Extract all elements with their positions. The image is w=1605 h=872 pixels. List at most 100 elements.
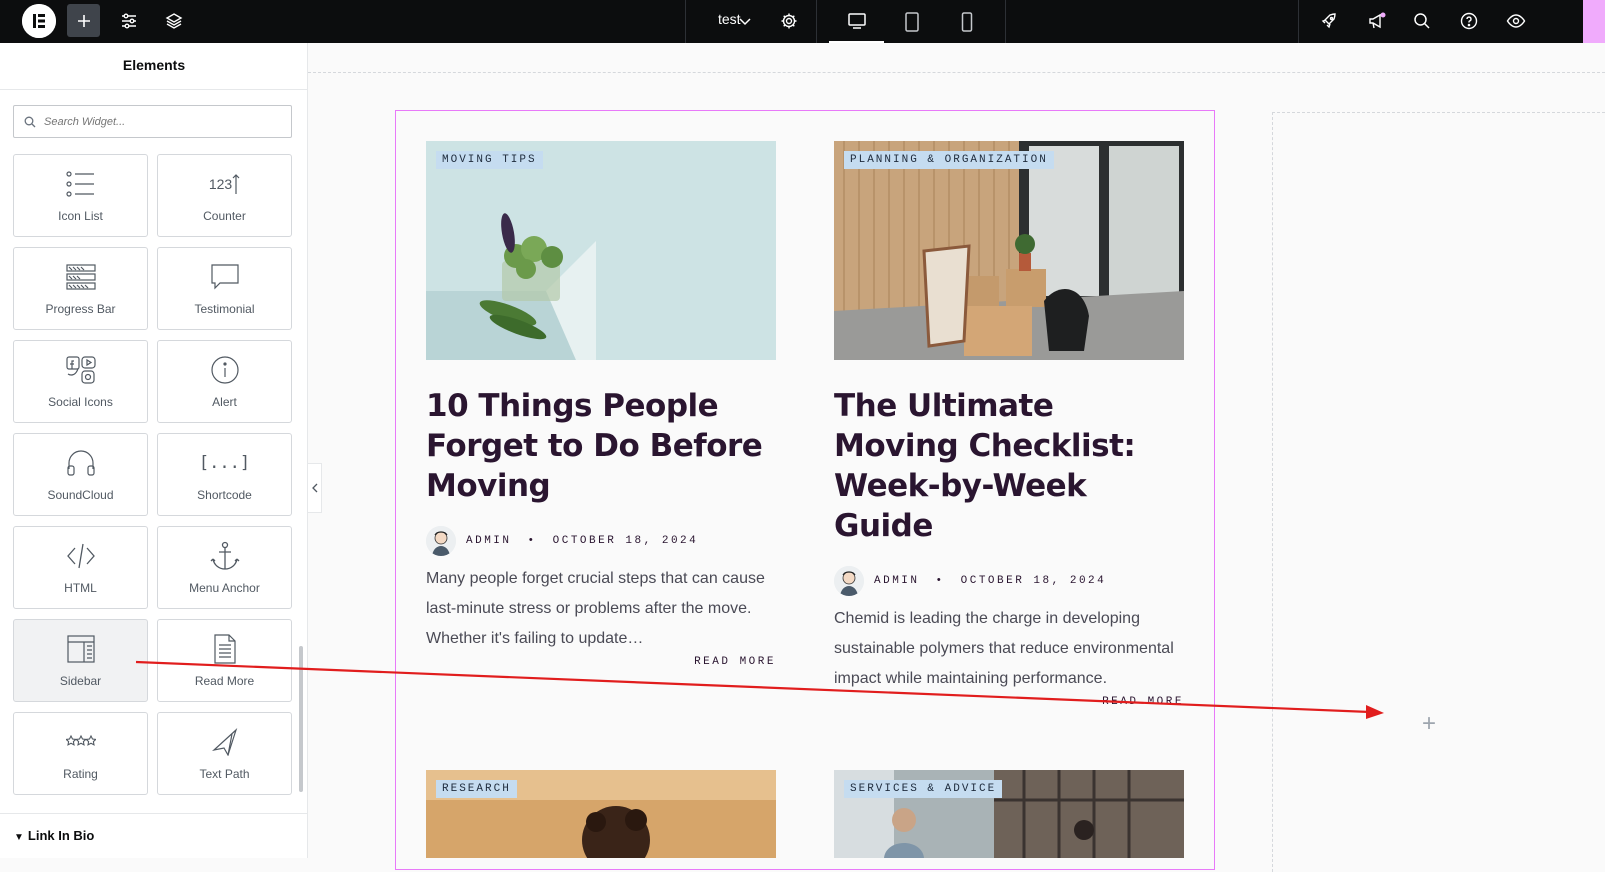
empty-column-drop-area[interactable] (1272, 112, 1605, 872)
widget-text-path[interactable]: Text Path (157, 712, 292, 795)
post-image[interactable]: SERVICES & ADVICE (834, 770, 1184, 858)
divider (1298, 0, 1299, 43)
search-icon (24, 116, 36, 127)
widget-counter[interactable]: 123 Counter (157, 154, 292, 237)
post-image[interactable]: PLANNING & ORGANIZATION (834, 141, 1184, 360)
search-icon[interactable] (1405, 4, 1438, 37)
divider (1005, 0, 1006, 43)
collapse-panel-button[interactable] (308, 463, 322, 513)
caret-down-icon: ▼ (14, 832, 24, 843)
read-more-link[interactable]: READ MORE (426, 656, 776, 668)
megaphone-icon[interactable] (1360, 4, 1393, 37)
post-meta: ADMIN • OCTOBER 18, 2024 (426, 526, 776, 556)
rating-icon (65, 727, 96, 757)
meta-separator: • (935, 575, 945, 587)
text-path-icon (210, 727, 240, 757)
help-icon[interactable] (1452, 4, 1485, 37)
eye-icon[interactable] (1499, 4, 1532, 37)
widget-read-more[interactable]: Read More (157, 619, 292, 702)
post-author[interactable]: ADMIN (466, 535, 512, 547)
author-avatar (834, 566, 864, 596)
read-more-link[interactable]: READ MORE (834, 696, 1184, 708)
widget-soundcloud[interactable]: SoundCloud (13, 433, 148, 516)
divider (816, 0, 817, 43)
widget-rating[interactable]: Rating (13, 712, 148, 795)
widget-alert[interactable]: Alert (157, 340, 292, 423)
mobile-icon[interactable] (939, 0, 994, 43)
widget-social-icons[interactable]: Social Icons (13, 340, 148, 423)
widget-testimonial[interactable]: Testimonial (157, 247, 292, 330)
alert-icon (210, 355, 240, 385)
widget-label: Icon List (58, 209, 103, 223)
widget-shortcode[interactable]: [...] Shortcode (157, 433, 292, 516)
canvas-section-border (308, 72, 1605, 73)
icon-list-icon (65, 169, 96, 199)
widget-progress-bar[interactable]: Progress Bar (13, 247, 148, 330)
code-icon (66, 541, 96, 571)
post-image[interactable]: RESEARCH (426, 770, 776, 858)
category-badge[interactable]: SERVICES & ADVICE (844, 780, 1003, 798)
widget-label: Menu Anchor (189, 581, 260, 595)
progress-bar-icon (65, 262, 96, 292)
settings-sliders-icon[interactable] (112, 4, 145, 37)
counter-icon: 123 (209, 169, 240, 199)
post-excerpt: Many people forget crucial steps that ca… (426, 570, 765, 647)
widget-sidebar[interactable]: Sidebar (13, 619, 148, 702)
category-badge[interactable]: MOVING TIPS (436, 151, 543, 169)
scrollbar[interactable] (299, 646, 303, 792)
section-link-in-bio[interactable]: ▼ Link In Bio (0, 813, 308, 858)
search-input[interactable] (44, 115, 274, 128)
sidebar-icon (66, 634, 96, 664)
post-card: SERVICES & ADVICE (834, 770, 1184, 858)
post-date: OCTOBER 18, 2024 (960, 575, 1107, 587)
post-meta: ADMIN • OCTOBER 18, 2024 (834, 566, 1184, 596)
widget-label: Social Icons (48, 395, 113, 409)
widget-menu-anchor[interactable]: Menu Anchor (157, 526, 292, 609)
elements-panel: Elements Icon List 123 Counter Progress … (0, 43, 308, 858)
widget-icon-list[interactable]: Icon List (13, 154, 148, 237)
widget-label: SoundCloud (47, 488, 114, 502)
chevron-left-icon (311, 483, 317, 493)
counter-icon-text: 123 (208, 176, 233, 192)
widget-label: Counter (203, 209, 246, 223)
top-bar: test (0, 0, 1605, 43)
post-card: RESEARCH (426, 770, 776, 858)
social-icons-icon (65, 355, 96, 385)
widget-label: Text Path (199, 767, 250, 781)
category-badge[interactable]: PLANNING & ORGANIZATION (844, 151, 1054, 169)
rocket-icon[interactable] (1312, 4, 1345, 37)
elementor-logo-icon[interactable] (22, 4, 56, 38)
tablet-icon[interactable] (884, 0, 939, 43)
widget-search[interactable] (13, 105, 292, 138)
read-more-icon (212, 634, 238, 664)
post-image[interactable]: MOVING TIPS (426, 141, 776, 360)
add-icon[interactable] (67, 4, 100, 37)
post-title[interactable]: 10 Things People Forget to Do Before Mov… (426, 386, 776, 506)
shortcode-icon-text: [...] (198, 453, 251, 473)
accent-strip (1583, 0, 1605, 43)
post-card: PLANNING & ORGANIZATION The Ultimate Mov… (834, 141, 1184, 708)
widget-label: Shortcode (197, 488, 252, 502)
widget-label: Sidebar (59, 674, 102, 688)
shortcode-icon: [...] (199, 448, 250, 478)
panel-title: Elements (0, 43, 308, 90)
chevron-down-icon[interactable] (728, 4, 761, 37)
layers-icon[interactable] (157, 4, 190, 37)
add-element-icon[interactable]: + (1418, 712, 1440, 737)
gear-icon[interactable] (772, 4, 805, 37)
divider (685, 0, 686, 43)
desktop-icon[interactable] (829, 0, 884, 43)
post-excerpt: Chemid is leading the charge in developi… (834, 610, 1174, 687)
testimonial-icon (210, 262, 240, 292)
widget-label: Read More (194, 674, 255, 688)
post-card: MOVING TIPS 10 Things People Forget to D… (426, 141, 776, 668)
post-date: OCTOBER 18, 2024 (552, 535, 699, 547)
post-title[interactable]: The Ultimate Moving Checklist: Week-by-W… (834, 386, 1184, 546)
widget-label: Progress Bar (45, 302, 116, 316)
category-badge[interactable]: RESEARCH (436, 780, 517, 798)
section-label: Link In Bio (27, 828, 95, 843)
post-author[interactable]: ADMIN (874, 575, 920, 587)
anchor-icon (210, 541, 240, 571)
author-avatar (426, 526, 456, 556)
widget-html[interactable]: HTML (13, 526, 148, 609)
